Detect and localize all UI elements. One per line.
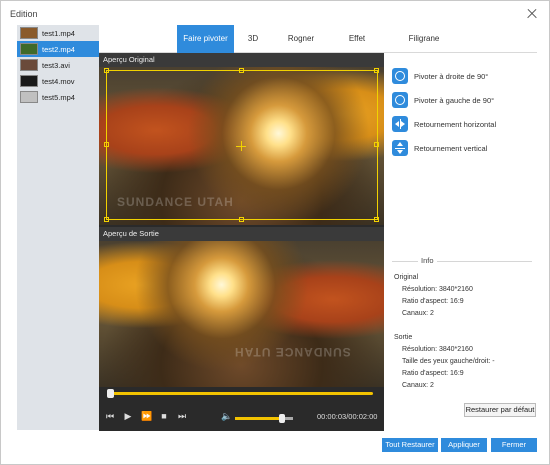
output-resolution: Résolution: 3840*2160 [402,346,473,353]
tab-watermark[interactable]: Filigrane [399,25,449,53]
file-item[interactable]: test3.avi [17,57,99,73]
rotate-left-icon [392,92,408,108]
output-eye-size: Taille des yeux gauche/droit: - [402,358,495,365]
stop-icon[interactable]: ■ [159,411,169,421]
original-preview: SUNDANCE UTAH [99,67,384,225]
file-name: test1.mp4 [42,28,75,38]
flip-vertical-button[interactable]: Retournement vertical [392,139,487,157]
restore-all-button[interactable]: Tout Restaurer [382,438,438,452]
original-preview-label: Aperçu Original [99,53,384,67]
original-resolution: Résolution: 3840*2160 [402,286,473,293]
action-label: Retournement vertical [414,143,488,153]
video-watermark: SUNDANCE UTAH [234,345,351,359]
output-heading: Sortie [394,334,413,341]
file-item[interactable]: test5.mp4 [17,89,99,105]
fast-forward-icon[interactable]: ⏩ [141,411,152,421]
volume-slider[interactable] [235,417,285,420]
apply-button[interactable]: Appliquer [441,438,487,452]
action-label: Retournement horizontal [414,119,497,129]
original-ratio: Ratio d'aspect: 16:9 [402,298,464,305]
rotate-right-button[interactable]: Pivoter à droite de 90° [392,67,488,85]
file-name: test3.avi [42,60,70,70]
crop-handle[interactable] [239,68,244,73]
tab-crop[interactable]: Rogner [281,25,321,53]
crop-handle[interactable] [104,142,109,147]
video-thumbnail [20,27,38,39]
file-item[interactable]: test1.mp4 [17,25,99,41]
edit-window: Edition test1.mp4 test2.mp4 test3.avi te… [0,0,550,465]
preview-panel: Aperçu Original SUNDANCE UTAH Aperçu de … [99,53,384,431]
tab-3d[interactable]: 3D [239,25,267,53]
rotate-right-icon [392,68,408,84]
video-thumbnail [20,59,38,71]
progress-handle[interactable] [107,389,114,398]
action-label: Pivoter à gauche de 90° [414,95,495,105]
crop-handle[interactable] [374,217,379,222]
rotate-options-panel: Pivoter à droite de 90° Pivoter à gauche… [384,53,537,431]
flip-horizontal-button[interactable]: Retournement horizontal [392,115,496,133]
info-box: Info Original Résolution: 3840*2160 Rati… [392,256,532,397]
original-channels: Canaux: 2 [402,310,434,317]
volume-handle[interactable] [279,414,285,423]
time-display: 00:00:03/00:02:00 [317,412,378,421]
video-thumbnail [20,75,38,87]
volume-slider-rest[interactable] [285,417,293,420]
volume-icon[interactable]: 🔈 [221,411,232,421]
crop-handle[interactable] [374,142,379,147]
action-label: Pivoter à droite de 90° [414,71,489,81]
tab-rotate[interactable]: Faire pivoter [177,25,234,53]
skip-back-icon[interactable]: ⏮ [105,411,115,421]
progress-bar[interactable] [107,392,373,395]
tab-effect[interactable]: Effet [339,25,375,53]
file-name: test5.mp4 [42,92,75,102]
center-crosshair-icon[interactable] [236,141,246,151]
flip-vertical-icon [392,140,408,156]
file-name: test4.mov [42,76,75,86]
play-icon[interactable]: ▶ [123,411,133,421]
output-channels: Canaux: 2 [402,382,434,389]
titlebar: Edition [1,1,549,27]
window-title: Edition [10,9,38,19]
output-preview-label: Aperçu de Sortie [99,227,384,241]
file-item-selected[interactable]: test2.mp4 [17,41,99,57]
skip-forward-icon[interactable]: ⏭ [177,411,187,421]
video-thumbnail [20,91,38,103]
flip-horizontal-icon [392,116,408,132]
output-ratio: Ratio d'aspect: 16:9 [402,370,464,377]
playback-controls: ⏮ ▶ ⏩ ■ ⏭ 🔈 00:00:03/00:02:00 [99,405,384,427]
crop-handle[interactable] [374,68,379,73]
crop-handle[interactable] [239,217,244,222]
crop-handle[interactable] [104,68,109,73]
file-list: test1.mp4 test2.mp4 test3.avi test4.mov … [17,25,99,430]
restore-default-button[interactable]: Restaurer par défaut [464,403,536,417]
tab-bar: Faire pivoter 3D Rogner Effet Filigrane [99,25,537,53]
close-button[interactable]: Fermer [491,438,537,452]
crop-handle[interactable] [104,217,109,222]
file-item[interactable]: test4.mov [17,73,99,89]
original-heading: Original [394,274,419,281]
video-thumbnail [20,43,38,55]
rotate-left-button[interactable]: Pivoter à gauche de 90° [392,91,494,109]
output-preview: SUNDANCE UTAH [99,241,384,387]
close-icon[interactable] [523,5,541,23]
info-legend: Info [418,256,437,265]
file-name: test2.mp4 [42,44,75,54]
